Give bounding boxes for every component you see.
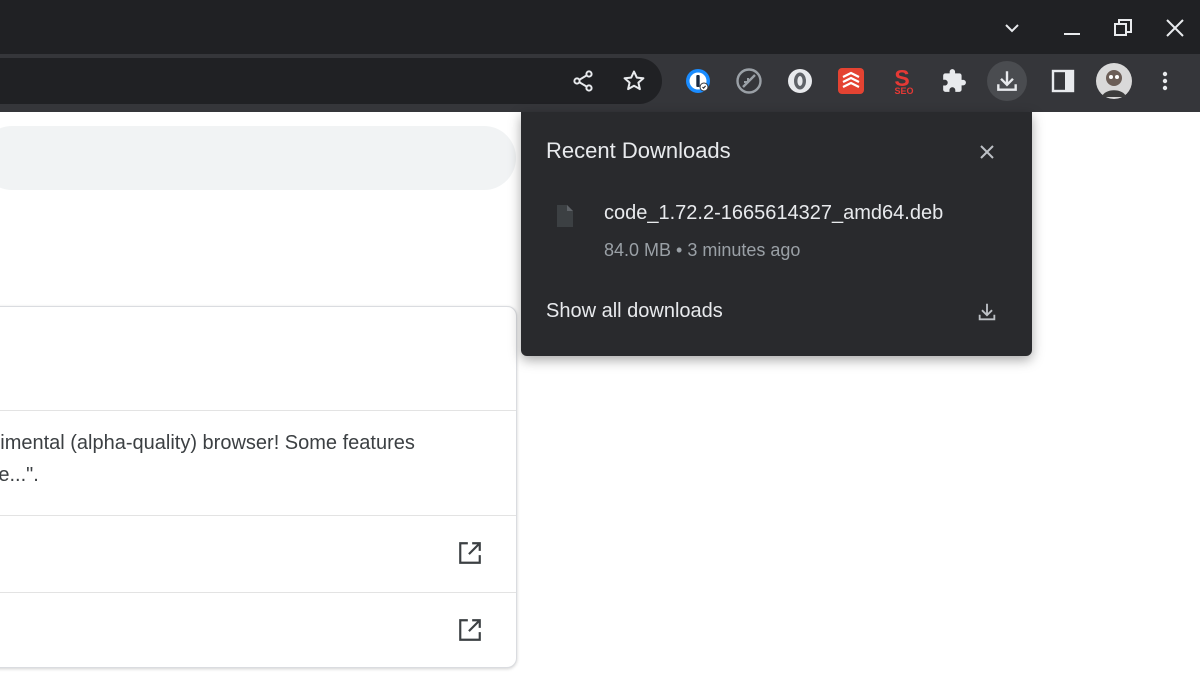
download-icon [978, 303, 996, 321]
divider [0, 515, 516, 516]
side-panel-icon [1051, 69, 1075, 93]
extension-1password[interactable] [678, 61, 718, 101]
open-external-button[interactable] [454, 537, 486, 569]
open-in-new-icon [459, 619, 481, 641]
close-icon [980, 145, 994, 159]
puzzle-icon [943, 69, 966, 92]
1password-icon [686, 69, 710, 93]
restore-button[interactable] [1103, 8, 1143, 48]
close-icon [1166, 19, 1184, 37]
show-all-downloads-button[interactable] [973, 298, 1001, 326]
extensions-button[interactable] [934, 61, 974, 101]
file-icon [555, 204, 575, 228]
bookmark-button[interactable] [618, 65, 650, 97]
downloads-bubble-title: Recent Downloads [546, 138, 731, 163]
minimize-button[interactable] [1052, 8, 1092, 48]
show-all-downloads-link[interactable]: Show all downloads [546, 300, 723, 323]
card-text-line-2: an issue...". [0, 464, 39, 486]
chevron-down-icon [1005, 24, 1019, 33]
side-panel-button[interactable] [1043, 61, 1083, 101]
tab-search-button[interactable] [992, 8, 1032, 48]
share-button[interactable] [567, 65, 599, 97]
info-card: Experimental (alpha-quality) browser! So… [0, 306, 517, 668]
svg-text:SEO: SEO [894, 86, 913, 95]
circle-extension-icon [788, 69, 812, 93]
download-file-name[interactable]: code_1.72.2-1665614327_amd64.deb [604, 202, 943, 225]
download-file-meta: 84.0 MB • 3 minutes ago [604, 240, 801, 260]
search-box[interactable] [0, 126, 516, 190]
minimize-icon [1064, 33, 1080, 35]
extension-todoist[interactable] [831, 61, 871, 101]
downloads-bubble: Recent Downloads code_1.72.2-1665614327_… [521, 112, 1032, 356]
seo-icon: S SEO [894, 67, 913, 95]
title-bar [0, 0, 1200, 54]
extension-blocker[interactable] [729, 61, 769, 101]
avatar [1096, 63, 1132, 99]
restore-icon [1114, 19, 1132, 36]
divider [0, 410, 516, 411]
todoist-icon [838, 68, 864, 94]
blocker-icon [736, 68, 762, 94]
extension-circle[interactable] [780, 61, 820, 101]
download-icon [997, 71, 1017, 91]
extension-seo[interactable]: S SEO [882, 61, 922, 101]
open-external-button[interactable] [454, 614, 486, 646]
address-bar[interactable] [0, 58, 662, 104]
close-window-button[interactable] [1155, 8, 1195, 48]
divider [0, 592, 516, 593]
downloads-button[interactable] [987, 61, 1027, 101]
kebab-menu-icon [1162, 71, 1168, 91]
share-icon [573, 70, 593, 92]
card-text-line-1: Experimental (alpha-quality) browser! So… [0, 432, 415, 454]
close-bubble-button[interactable] [973, 138, 1001, 166]
chrome-menu-button[interactable] [1145, 61, 1185, 101]
open-in-new-icon [459, 542, 481, 564]
profile-button[interactable] [1094, 61, 1134, 101]
toolbar: S SEO [0, 54, 1200, 112]
star-icon [623, 70, 645, 91]
